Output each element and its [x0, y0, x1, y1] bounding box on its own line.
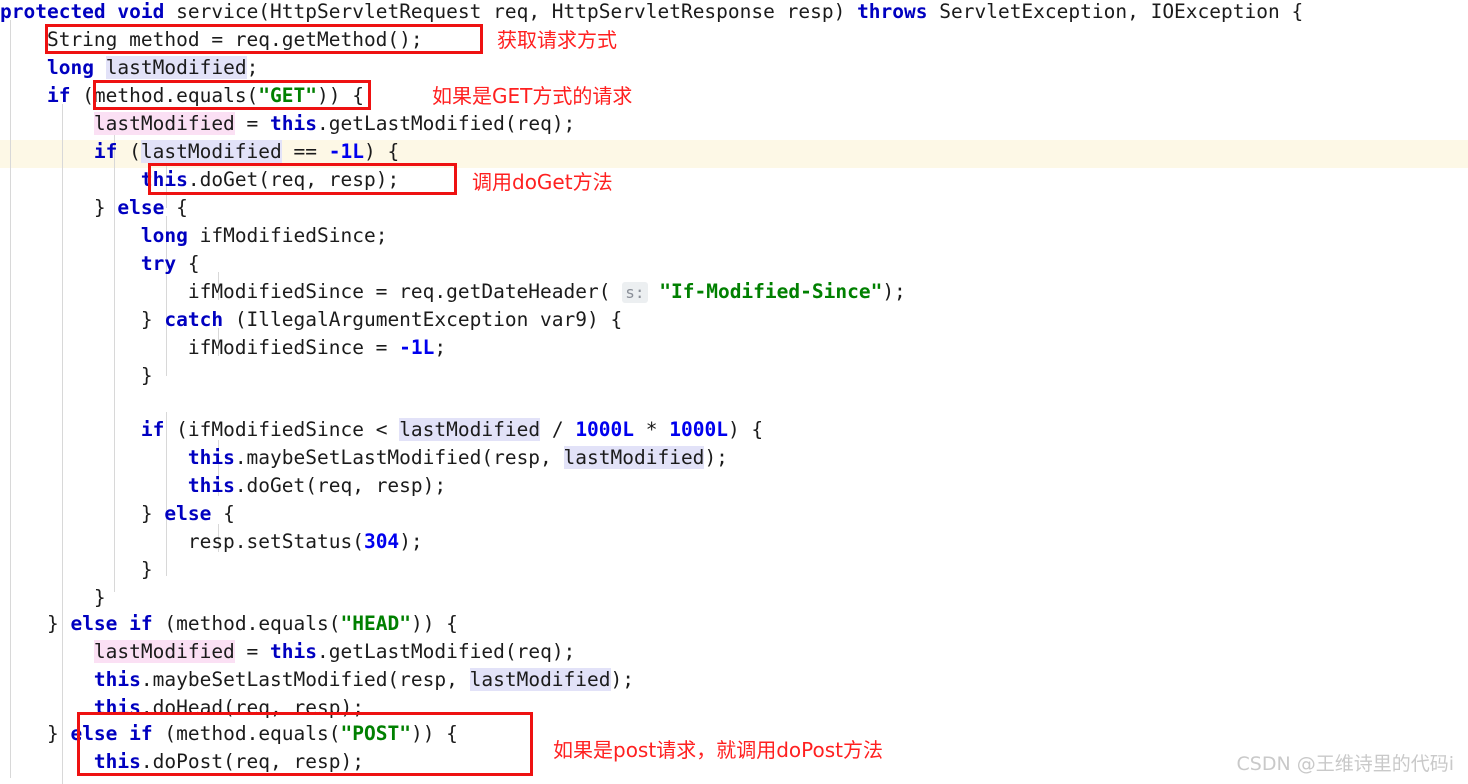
csdn-watermark: CSDN @王维诗里的代码i [1236, 753, 1455, 775]
code-editor-surface[interactable]: protected void service(HttpServletReques… [0, 0, 1468, 784]
code-line-8: long ifModifiedSince; [140, 224, 388, 247]
code-line-0: protected void service(HttpServletReques… [0, 0, 1304, 23]
parameter-hint-chip: s: [622, 282, 648, 303]
code-line-19: resp.setStatus(304); [0, 530, 423, 553]
code-line-17: this.doGet(req, resp); [187, 474, 447, 497]
code-line-20: } [0, 558, 153, 581]
code-line-1: String method = req.getMethod(); [0, 28, 423, 51]
code-line-21: } [0, 586, 106, 609]
annotation-note-if-get: 如果是GET方式的请求 [432, 84, 633, 108]
code-line-15: if (ifModifiedSince < lastModified / 100… [140, 418, 764, 441]
code-line-12: ifModifiedSince = -1L; [0, 336, 447, 359]
annotation-note-if-post: 如果是post请求，就调用doPost方法 [553, 738, 883, 762]
code-line-23: lastModified = this.getLastModified(req)… [93, 640, 576, 663]
code-line-2: long lastModified; [46, 56, 259, 79]
code-line-7: } else { [0, 196, 188, 219]
code-line-3: if (method.equals("GET")) { [46, 84, 364, 107]
code-line-27: this.doPost(req, resp); [93, 750, 364, 773]
code-line-24: this.maybeSetLastModified(resp, lastModi… [93, 668, 634, 691]
code-line-22: } else if (method.equals("HEAD")) { [0, 612, 458, 635]
code-line-9: try { [140, 252, 200, 275]
code-line-5: if (lastModified == -1L) { [93, 140, 400, 163]
code-line-10: ifModifiedSince = req.getDateHeader( s: … [0, 280, 906, 303]
code-line-4: lastModified = this.getLastModified(req)… [93, 112, 576, 135]
code-line-18: } else { [0, 502, 235, 525]
code-line-25: this.doHead(req, resp); [93, 696, 364, 719]
annotation-note-get-method: 获取请求方式 [497, 28, 617, 52]
code-line-16: this.maybeSetLastModified(resp, lastModi… [187, 446, 728, 469]
code-line-26: } else if (method.equals("POST")) { [0, 722, 458, 745]
code-line-11: } catch (IllegalArgumentException var9) … [0, 308, 623, 331]
annotation-note-call-doget: 调用doGet方法 [472, 170, 613, 194]
code-line-13: } [0, 364, 153, 387]
code-line-6: this.doGet(req, resp); [140, 168, 400, 191]
